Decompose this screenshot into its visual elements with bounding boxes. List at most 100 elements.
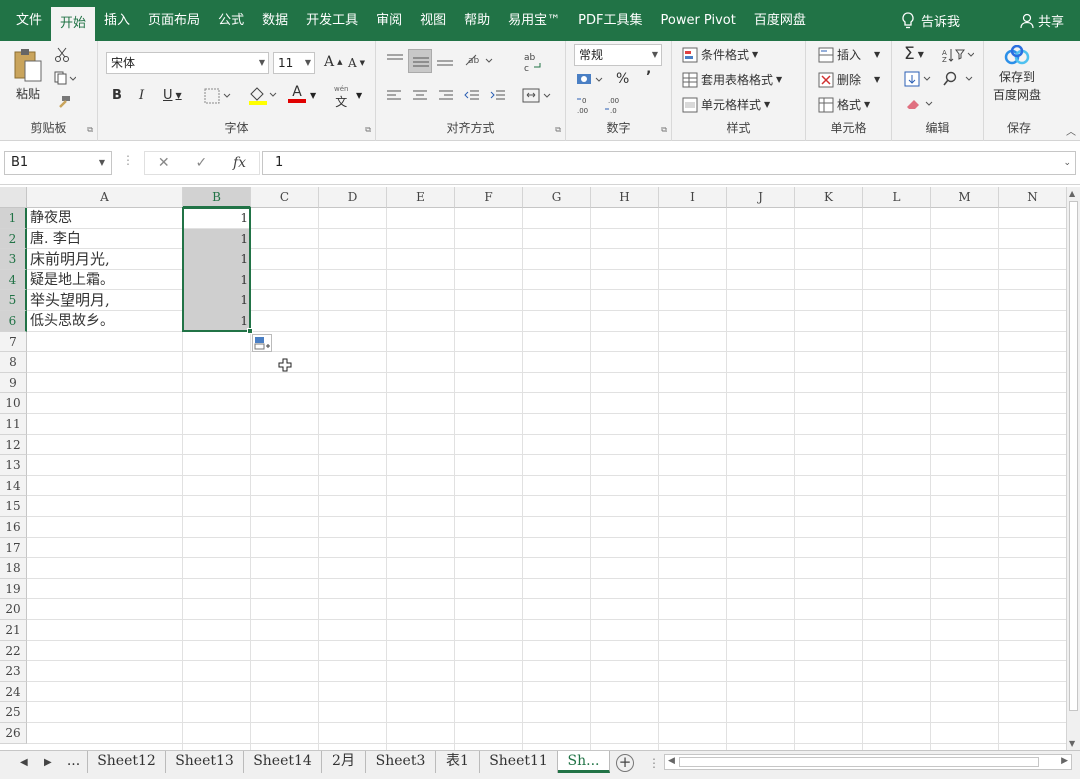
row-header-7[interactable]: 7 bbox=[0, 331, 27, 353]
align-bottom-icon[interactable] bbox=[436, 53, 454, 67]
decrease-decimal-icon[interactable]: .00.0 bbox=[604, 95, 626, 115]
tab-view[interactable]: 视图 bbox=[411, 0, 455, 41]
dialog-launcher-icon[interactable]: ⧉ bbox=[661, 125, 667, 135]
row-header-11[interactable]: 11 bbox=[0, 414, 27, 435]
fill-down-icon[interactable] bbox=[904, 71, 932, 87]
paste-button[interactable]: 粘贴 bbox=[12, 47, 44, 102]
align-top-icon[interactable] bbox=[386, 53, 404, 67]
sheet-next-icon[interactable]: ▶ bbox=[44, 757, 52, 768]
dialog-launcher-icon[interactable]: ⧉ bbox=[365, 125, 371, 135]
copy-icon[interactable] bbox=[54, 71, 76, 85]
conditional-format-button[interactable]: 条件格式 ▼ bbox=[682, 46, 758, 63]
row-header-24[interactable]: 24 bbox=[0, 681, 27, 703]
scroll-down-icon[interactable]: ▼ bbox=[1069, 739, 1075, 748]
tab-home[interactable]: 开始 bbox=[51, 7, 96, 41]
row-header-21[interactable]: 21 bbox=[0, 620, 27, 641]
increase-decimal-icon[interactable]: 0.00 bbox=[576, 95, 598, 115]
format-painter-icon[interactable] bbox=[54, 95, 72, 111]
tab-baidu-netdisk[interactable]: 百度网盘 bbox=[745, 0, 815, 41]
sheet-tab[interactable]: Sheet13 bbox=[166, 751, 244, 773]
cut-icon[interactable] bbox=[54, 47, 70, 63]
column-header-d[interactable]: D bbox=[319, 187, 387, 208]
tab-power-pivot[interactable]: Power Pivot bbox=[652, 0, 745, 41]
grow-font-button[interactable]: A ▲ bbox=[324, 54, 343, 70]
tab-formulas[interactable]: 公式 bbox=[209, 0, 253, 41]
cell-a2[interactable]: 唐. 李白 bbox=[27, 229, 183, 250]
number-format-combo[interactable]: 常规 ▼ bbox=[574, 44, 662, 66]
column-header-j[interactable]: J bbox=[727, 187, 795, 208]
insert-cells-button[interactable]: 插入 ▼ bbox=[818, 46, 880, 63]
column-header-g[interactable]: G bbox=[523, 187, 591, 208]
italic-button[interactable]: I bbox=[139, 88, 144, 103]
collapse-ribbon-icon[interactable]: ︿ bbox=[1066, 123, 1076, 138]
column-header-m[interactable]: M bbox=[931, 187, 999, 208]
align-middle-button[interactable] bbox=[408, 49, 432, 73]
tab-pdf-tools[interactable]: PDF工具集 bbox=[569, 0, 651, 41]
row-header-8[interactable]: 8 bbox=[0, 352, 27, 373]
row-header-3[interactable]: 3 bbox=[0, 249, 27, 270]
sheet-tab[interactable]: Sheet3 bbox=[366, 751, 436, 773]
row-header-6[interactable]: 6 bbox=[0, 311, 27, 332]
row-header-26[interactable]: 26 bbox=[0, 723, 27, 744]
tab-yiyongbao[interactable]: 易用宝™ bbox=[499, 0, 569, 41]
column-header-h[interactable]: H bbox=[591, 187, 659, 208]
cell-a1[interactable]: 静夜思 bbox=[27, 208, 183, 229]
tab-page-layout[interactable]: 页面布局 bbox=[139, 0, 209, 41]
save-to-baidu-button[interactable]: 保存到 百度网盘 bbox=[993, 45, 1041, 103]
autosum-button[interactable]: Σ ▼ bbox=[904, 44, 924, 64]
orientation-icon[interactable]: ab bbox=[464, 51, 494, 69]
tab-split-grip[interactable]: ⋮ bbox=[648, 756, 660, 770]
row-header-12[interactable]: 12 bbox=[0, 434, 27, 456]
find-select-icon[interactable] bbox=[942, 71, 974, 87]
tab-review[interactable]: 审阅 bbox=[367, 0, 411, 41]
fill-color-icon[interactable] bbox=[248, 85, 278, 105]
merge-center-icon[interactable] bbox=[522, 87, 552, 105]
share-button[interactable]: 共享 bbox=[1020, 11, 1064, 30]
dialog-launcher-icon[interactable]: ⧉ bbox=[555, 125, 561, 135]
borders-icon[interactable] bbox=[204, 88, 232, 104]
cell-a6[interactable]: 低头思故乡。 bbox=[27, 311, 183, 332]
format-cells-button[interactable]: 格式 ▼ bbox=[818, 96, 870, 113]
cell-a3[interactable]: 床前明月光, bbox=[27, 249, 183, 270]
tab-help[interactable]: 帮助 bbox=[455, 0, 499, 41]
comma-button[interactable]: ’ bbox=[646, 69, 651, 85]
row-header-2[interactable]: 2 bbox=[0, 228, 27, 250]
row-header-14[interactable]: 14 bbox=[0, 475, 27, 497]
expand-formula-icon[interactable]: ⌄ bbox=[1063, 152, 1071, 174]
column-header-b[interactable]: B bbox=[183, 187, 251, 208]
column-header-n[interactable]: N bbox=[999, 187, 1066, 208]
sheet-tab[interactable]: Sheet14 bbox=[244, 751, 322, 773]
insert-function-button[interactable]: fx bbox=[233, 155, 246, 171]
column-header-f[interactable]: F bbox=[455, 187, 523, 208]
vertical-scroll-thumb[interactable] bbox=[1069, 201, 1078, 711]
font-size-combo[interactable]: 11 ▼ bbox=[273, 52, 315, 74]
row-header-20[interactable]: 20 bbox=[0, 599, 27, 620]
auto-fill-options-button[interactable] bbox=[252, 333, 272, 352]
row-header-16[interactable]: 16 bbox=[0, 517, 27, 538]
column-header-a[interactable]: A bbox=[27, 187, 183, 208]
accounting-format-icon[interactable] bbox=[576, 71, 604, 89]
row-header-17[interactable]: 17 bbox=[0, 537, 27, 559]
row-header-15[interactable]: 15 bbox=[0, 496, 27, 517]
horizontal-scrollbar[interactable]: ◀ ▶ bbox=[664, 754, 1072, 770]
horizontal-scroll-thumb[interactable] bbox=[679, 757, 1039, 767]
row-header-13[interactable]: 13 bbox=[0, 455, 27, 476]
tab-insert[interactable]: 插入 bbox=[95, 0, 139, 41]
sheet-tab[interactable]: 表1 bbox=[436, 751, 480, 773]
row-header-25[interactable]: 25 bbox=[0, 702, 27, 723]
cell-styles-button[interactable]: 单元格样式 ▼ bbox=[682, 96, 770, 113]
tab-data[interactable]: 数据 bbox=[253, 0, 297, 41]
font-color-button[interactable]: A bbox=[288, 85, 306, 103]
column-header-c[interactable]: C bbox=[251, 187, 319, 208]
row-header-1[interactable]: 1 bbox=[0, 208, 27, 229]
row-header-18[interactable]: 18 bbox=[0, 558, 27, 579]
dialog-launcher-icon[interactable]: ⧉ bbox=[87, 125, 93, 135]
sheet-tab-active[interactable]: Sh... bbox=[558, 751, 610, 773]
percent-button[interactable]: % bbox=[616, 71, 629, 87]
clear-icon[interactable] bbox=[904, 97, 936, 111]
column-header-k[interactable]: K bbox=[795, 187, 863, 208]
sheet-tab[interactable]: Sheet12 bbox=[88, 751, 166, 773]
bold-button[interactable]: B bbox=[112, 88, 122, 103]
sheet-tab[interactable]: Sheet11 bbox=[480, 751, 558, 773]
scroll-up-icon[interactable]: ▲ bbox=[1069, 189, 1075, 198]
